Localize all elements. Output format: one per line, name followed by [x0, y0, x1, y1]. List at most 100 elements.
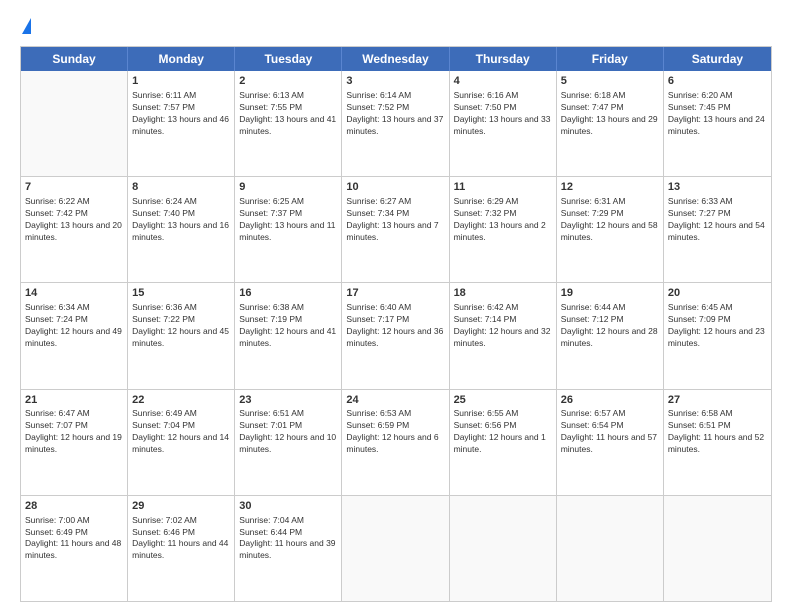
cell-info: Sunrise: 6:47 AM Sunset: 7:07 PM Dayligh…: [25, 408, 123, 456]
cell-day-number: 12: [561, 180, 659, 195]
calendar-cell: 16Sunrise: 6:38 AM Sunset: 7:19 PM Dayli…: [235, 283, 342, 388]
cell-info: Sunrise: 6:51 AM Sunset: 7:01 PM Dayligh…: [239, 408, 337, 456]
calendar-cell: 29Sunrise: 7:02 AM Sunset: 6:46 PM Dayli…: [128, 496, 235, 601]
calendar-cell: [342, 496, 449, 601]
cell-day-number: 13: [668, 180, 767, 195]
cell-day-number: 9: [239, 180, 337, 195]
calendar-cell: 5Sunrise: 6:18 AM Sunset: 7:47 PM Daylig…: [557, 71, 664, 176]
cell-day-number: 11: [454, 180, 552, 195]
calendar-cell: [21, 71, 128, 176]
cell-info: Sunrise: 6:45 AM Sunset: 7:09 PM Dayligh…: [668, 302, 767, 350]
calendar-cell: 12Sunrise: 6:31 AM Sunset: 7:29 PM Dayli…: [557, 177, 664, 282]
cell-day-number: 28: [25, 499, 123, 514]
calendar-row-3: 21Sunrise: 6:47 AM Sunset: 7:07 PM Dayli…: [21, 390, 771, 496]
calendar-cell: 14Sunrise: 6:34 AM Sunset: 7:24 PM Dayli…: [21, 283, 128, 388]
cell-day-number: 8: [132, 180, 230, 195]
cell-day-number: 29: [132, 499, 230, 514]
calendar-cell: 28Sunrise: 7:00 AM Sunset: 6:49 PM Dayli…: [21, 496, 128, 601]
cell-day-number: 26: [561, 393, 659, 408]
cell-info: Sunrise: 6:33 AM Sunset: 7:27 PM Dayligh…: [668, 196, 767, 244]
cell-day-number: 1: [132, 74, 230, 89]
cell-info: Sunrise: 6:40 AM Sunset: 7:17 PM Dayligh…: [346, 302, 444, 350]
cell-day-number: 6: [668, 74, 767, 89]
cell-info: Sunrise: 6:29 AM Sunset: 7:32 PM Dayligh…: [454, 196, 552, 244]
col-head-tuesday: Tuesday: [235, 47, 342, 71]
calendar-cell: 26Sunrise: 6:57 AM Sunset: 6:54 PM Dayli…: [557, 390, 664, 495]
col-head-monday: Monday: [128, 47, 235, 71]
calendar-cell: 15Sunrise: 6:36 AM Sunset: 7:22 PM Dayli…: [128, 283, 235, 388]
calendar-cell: 30Sunrise: 7:04 AM Sunset: 6:44 PM Dayli…: [235, 496, 342, 601]
cell-info: Sunrise: 7:04 AM Sunset: 6:44 PM Dayligh…: [239, 515, 337, 563]
calendar-cell: 27Sunrise: 6:58 AM Sunset: 6:51 PM Dayli…: [664, 390, 771, 495]
cell-day-number: 14: [25, 286, 123, 301]
calendar-cell: 18Sunrise: 6:42 AM Sunset: 7:14 PM Dayli…: [450, 283, 557, 388]
col-head-thursday: Thursday: [450, 47, 557, 71]
header: [20, 18, 772, 36]
calendar-cell: 8Sunrise: 6:24 AM Sunset: 7:40 PM Daylig…: [128, 177, 235, 282]
cell-info: Sunrise: 6:22 AM Sunset: 7:42 PM Dayligh…: [25, 196, 123, 244]
cell-day-number: 30: [239, 499, 337, 514]
calendar-cell: 17Sunrise: 6:40 AM Sunset: 7:17 PM Dayli…: [342, 283, 449, 388]
calendar-cell: [664, 496, 771, 601]
cell-day-number: 20: [668, 286, 767, 301]
cell-day-number: 23: [239, 393, 337, 408]
logo: [20, 18, 31, 36]
calendar-cell: [450, 496, 557, 601]
cell-day-number: 18: [454, 286, 552, 301]
col-head-saturday: Saturday: [664, 47, 771, 71]
cell-info: Sunrise: 6:55 AM Sunset: 6:56 PM Dayligh…: [454, 408, 552, 456]
calendar-cell: 24Sunrise: 6:53 AM Sunset: 6:59 PM Dayli…: [342, 390, 449, 495]
cell-info: Sunrise: 6:31 AM Sunset: 7:29 PM Dayligh…: [561, 196, 659, 244]
calendar-cell: 7Sunrise: 6:22 AM Sunset: 7:42 PM Daylig…: [21, 177, 128, 282]
calendar-cell: 6Sunrise: 6:20 AM Sunset: 7:45 PM Daylig…: [664, 71, 771, 176]
cell-info: Sunrise: 6:49 AM Sunset: 7:04 PM Dayligh…: [132, 408, 230, 456]
calendar-cell: 4Sunrise: 6:16 AM Sunset: 7:50 PM Daylig…: [450, 71, 557, 176]
calendar-cell: 10Sunrise: 6:27 AM Sunset: 7:34 PM Dayli…: [342, 177, 449, 282]
cell-info: Sunrise: 6:53 AM Sunset: 6:59 PM Dayligh…: [346, 408, 444, 456]
calendar: SundayMondayTuesdayWednesdayThursdayFrid…: [20, 46, 772, 602]
cell-info: Sunrise: 6:36 AM Sunset: 7:22 PM Dayligh…: [132, 302, 230, 350]
cell-day-number: 19: [561, 286, 659, 301]
cell-info: Sunrise: 6:58 AM Sunset: 6:51 PM Dayligh…: [668, 408, 767, 456]
calendar-cell: 19Sunrise: 6:44 AM Sunset: 7:12 PM Dayli…: [557, 283, 664, 388]
cell-day-number: 5: [561, 74, 659, 89]
cell-info: Sunrise: 6:57 AM Sunset: 6:54 PM Dayligh…: [561, 408, 659, 456]
calendar-row-2: 14Sunrise: 6:34 AM Sunset: 7:24 PM Dayli…: [21, 283, 771, 389]
calendar-cell: [557, 496, 664, 601]
calendar-row-4: 28Sunrise: 7:00 AM Sunset: 6:49 PM Dayli…: [21, 496, 771, 601]
cell-day-number: 2: [239, 74, 337, 89]
calendar-body: 1Sunrise: 6:11 AM Sunset: 7:57 PM Daylig…: [21, 71, 771, 601]
calendar-header: SundayMondayTuesdayWednesdayThursdayFrid…: [21, 47, 771, 71]
calendar-row-0: 1Sunrise: 6:11 AM Sunset: 7:57 PM Daylig…: [21, 71, 771, 177]
calendar-cell: 11Sunrise: 6:29 AM Sunset: 7:32 PM Dayli…: [450, 177, 557, 282]
cell-day-number: 22: [132, 393, 230, 408]
cell-info: Sunrise: 6:42 AM Sunset: 7:14 PM Dayligh…: [454, 302, 552, 350]
cell-info: Sunrise: 6:11 AM Sunset: 7:57 PM Dayligh…: [132, 90, 230, 138]
col-head-wednesday: Wednesday: [342, 47, 449, 71]
cell-info: Sunrise: 6:27 AM Sunset: 7:34 PM Dayligh…: [346, 196, 444, 244]
cell-info: Sunrise: 6:14 AM Sunset: 7:52 PM Dayligh…: [346, 90, 444, 138]
calendar-cell: 20Sunrise: 6:45 AM Sunset: 7:09 PM Dayli…: [664, 283, 771, 388]
cell-day-number: 21: [25, 393, 123, 408]
cell-day-number: 24: [346, 393, 444, 408]
calendar-cell: 23Sunrise: 6:51 AM Sunset: 7:01 PM Dayli…: [235, 390, 342, 495]
calendar-cell: 21Sunrise: 6:47 AM Sunset: 7:07 PM Dayli…: [21, 390, 128, 495]
cell-day-number: 27: [668, 393, 767, 408]
cell-info: Sunrise: 6:16 AM Sunset: 7:50 PM Dayligh…: [454, 90, 552, 138]
page: SundayMondayTuesdayWednesdayThursdayFrid…: [0, 0, 792, 612]
calendar-cell: 22Sunrise: 6:49 AM Sunset: 7:04 PM Dayli…: [128, 390, 235, 495]
cell-day-number: 3: [346, 74, 444, 89]
cell-info: Sunrise: 6:34 AM Sunset: 7:24 PM Dayligh…: [25, 302, 123, 350]
col-head-sunday: Sunday: [21, 47, 128, 71]
cell-day-number: 15: [132, 286, 230, 301]
cell-day-number: 10: [346, 180, 444, 195]
calendar-cell: 3Sunrise: 6:14 AM Sunset: 7:52 PM Daylig…: [342, 71, 449, 176]
cell-info: Sunrise: 6:18 AM Sunset: 7:47 PM Dayligh…: [561, 90, 659, 138]
cell-info: Sunrise: 6:24 AM Sunset: 7:40 PM Dayligh…: [132, 196, 230, 244]
cell-day-number: 17: [346, 286, 444, 301]
cell-day-number: 16: [239, 286, 337, 301]
logo-triangle-icon: [22, 18, 31, 34]
cell-day-number: 25: [454, 393, 552, 408]
calendar-row-1: 7Sunrise: 6:22 AM Sunset: 7:42 PM Daylig…: [21, 177, 771, 283]
calendar-cell: 13Sunrise: 6:33 AM Sunset: 7:27 PM Dayli…: [664, 177, 771, 282]
